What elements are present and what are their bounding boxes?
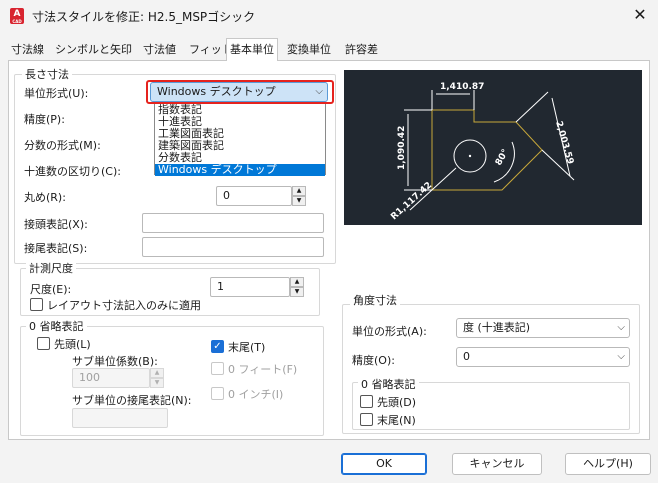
chevron-down-icon: ⌵ [315, 86, 323, 97]
preview-dim-angle: 80° [494, 148, 511, 168]
preview-dim-right: 2,003.59 [553, 120, 575, 165]
trailing-zero-checkbox[interactable]: ✓ [211, 340, 224, 353]
prefix-input[interactable] [142, 213, 324, 233]
round-off-label: 丸め(R): [24, 191, 66, 204]
suffix-input[interactable] [142, 237, 324, 257]
chevron-down-icon: ⌵ [617, 322, 625, 333]
spin-up-icon[interactable]: ▲ [292, 186, 306, 196]
prefix-label: 接頭表記(X): [24, 218, 88, 231]
angular-trailing-checkbox[interactable] [360, 413, 373, 426]
angular-unit-format-label: 単位の形式(A): [352, 325, 427, 338]
zero-inch-label: 0 インチ(I) [228, 388, 284, 401]
ok-button[interactable]: OK [341, 453, 427, 475]
preview-dim-left: 1,090.42 [397, 126, 407, 170]
preview-shape-outline [431, 109, 543, 191]
tab-tolerances[interactable]: 許容差 [342, 40, 381, 60]
tab-symbols-arrows[interactable]: シンボルと矢印 [52, 40, 135, 60]
unit-format-dropdown[interactable]: Windows デスクトップ ⌵ [150, 82, 328, 102]
sub-unit-factor-input[interactable]: 100 [72, 368, 150, 388]
angular-leading-label: 先頭(D) [377, 396, 417, 409]
spin-down-icon[interactable]: ▼ [292, 196, 306, 206]
angular-precision-dropdown[interactable]: 0 ⌵ [456, 347, 630, 367]
scale-factor-label: 尺度(E): [30, 283, 72, 296]
spin-down-icon[interactable]: ▼ [290, 287, 304, 297]
leading-zero-checkbox[interactable] [37, 337, 50, 350]
trailing-zero-label: 末尾(T) [228, 341, 266, 354]
leading-zero-label: 先頭(L) [54, 338, 91, 351]
spin-down-icon[interactable]: ▼ [150, 378, 164, 388]
dropdown-item-windows-desktop[interactable]: Windows デスクトップ [155, 164, 325, 176]
title-bar: A CAD 寸法スタイルを修正: H2.5_MSPゴシック ✕ [0, 0, 658, 32]
preview-dim-radius: R1,117.42 [389, 180, 434, 222]
preview-drawing: 1,410.87 1,090.42 2,003.59 80° R1,117.42 [389, 82, 575, 222]
zero-feet-checkbox[interactable] [211, 362, 224, 375]
round-off-input[interactable]: 0 [216, 186, 292, 206]
spin-up-icon[interactable]: ▲ [290, 277, 304, 287]
scale-factor-input[interactable]: 1 [210, 277, 290, 297]
angular-precision-label: 精度(O): [352, 354, 395, 367]
preview-center [468, 154, 472, 158]
scale-factor-spinner[interactable]: ▲ ▼ [290, 277, 304, 297]
suffix-label: 接尾表記(S): [24, 242, 88, 255]
close-icon[interactable]: ✕ [628, 4, 652, 26]
round-off-spinner[interactable]: ▲ ▼ [292, 186, 306, 206]
angular-leading-checkbox[interactable] [360, 395, 373, 408]
tab-dimension-lines[interactable]: 寸法線 [8, 40, 47, 60]
sub-unit-suffix-label: サブ単位の接尾表記(N): [72, 394, 192, 407]
angular-trailing-label: 末尾(N) [377, 414, 416, 427]
fraction-format-label: 分数の形式(M): [24, 139, 101, 152]
tab-alternate-units[interactable]: 変換単位 [284, 40, 334, 60]
layout-only-checkbox[interactable] [30, 298, 43, 311]
help-button[interactable]: ヘルプ(H) [565, 453, 651, 475]
unit-format-label: 単位形式(U): [24, 87, 89, 100]
precision-label: 精度(P): [24, 113, 65, 126]
measurement-group-label: 計測尺度 [26, 260, 76, 276]
autocad-app-icon: A CAD [10, 8, 24, 24]
angular-zero-suppression-label: 0 省略表記 [358, 376, 419, 392]
sub-unit-factor-label: サブ単位係数(B): [72, 355, 158, 368]
linear-group-label: 長さ寸法 [22, 66, 72, 82]
angular-group-label: 角度寸法 [350, 292, 400, 308]
preview-dim-top: 1,410.87 [440, 82, 484, 92]
zero-inch-checkbox[interactable] [211, 387, 224, 400]
angular-unit-format-dropdown[interactable]: 度 (十進表記) ⌵ [456, 318, 630, 338]
unit-format-dropdown-list: 指数表記 十進表記 工業図面表記 建築図面表記 分数表記 Windows デスク… [154, 103, 326, 176]
decimal-separator-label: 十進数の区切り(C): [24, 165, 121, 178]
sub-unit-suffix-input[interactable] [72, 408, 168, 428]
chevron-down-icon: ⌵ [617, 351, 625, 362]
zero-feet-label: 0 フィート(F) [228, 363, 298, 376]
tab-text[interactable]: 寸法値 [140, 40, 179, 60]
spin-up-icon[interactable]: ▲ [150, 368, 164, 378]
window-title: 寸法スタイルを修正: H2.5_MSPゴシック [32, 10, 256, 24]
layout-only-label: レイアウト寸法記入のみに適用 [47, 299, 201, 312]
zero-suppression-label: 0 省略表記 [26, 318, 87, 334]
tab-primary-units[interactable]: 基本単位 [226, 38, 278, 61]
dimension-preview: 1,410.87 1,090.42 2,003.59 80° R1,117.42 [344, 70, 642, 225]
cancel-button[interactable]: キャンセル [452, 453, 542, 475]
sub-unit-factor-spinner[interactable]: ▲ ▼ [150, 368, 164, 388]
